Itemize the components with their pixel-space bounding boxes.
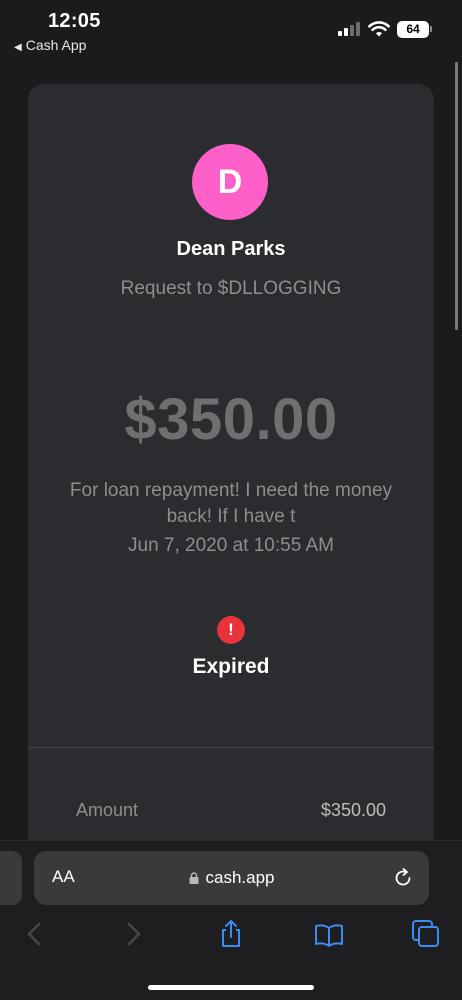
home-indicator[interactable] [148,985,314,990]
browser-toolbar: AA cash.app [0,840,462,1000]
address-bar[interactable]: AA cash.app [34,851,429,905]
request-amount: $350.00 [124,387,338,452]
lock-icon [189,872,198,884]
avatar: D [192,144,268,220]
request-recipient: Request to $DLLOGGING [120,278,342,299]
back-icon[interactable] [20,919,50,949]
cellular-signal-icon [338,22,362,36]
battery-indicator: 64 [397,21,429,38]
previous-tab-peek[interactable] [0,851,22,905]
back-to-app-link[interactable]: ◀ Cash App [14,37,86,53]
back-app-label: Cash App [25,37,87,53]
back-triangle-icon: ◀ [14,42,22,53]
detail-value-amount: $350.00 [320,800,386,820]
alert-icon: ! [217,616,245,644]
url-text: cash.app [205,868,275,887]
status-label: Expired [192,655,270,678]
payer-name: Dean Parks [176,238,286,260]
battery-nub [430,26,432,32]
scroll-indicator[interactable] [455,62,458,330]
wifi-icon [368,21,390,37]
request-date: Jun 7, 2020 at 10:55 AM [128,535,334,556]
clock: 12:05 [48,10,101,32]
reload-icon[interactable] [392,867,414,889]
bookmarks-icon[interactable] [314,919,344,949]
detail-label-amount: Amount [76,800,139,820]
url-field[interactable]: cash.app [34,868,429,888]
divider [28,747,434,748]
share-icon[interactable] [216,919,246,949]
payment-card: D Dean Parks Request to $DLLOGGING $350.… [28,84,434,864]
request-note: For loan repayment! I need the money bac… [69,480,393,527]
status-bar: 12:05 ◀ Cash App 64 [0,0,462,60]
forward-icon[interactable] [118,919,148,949]
tabs-icon[interactable] [411,919,441,949]
